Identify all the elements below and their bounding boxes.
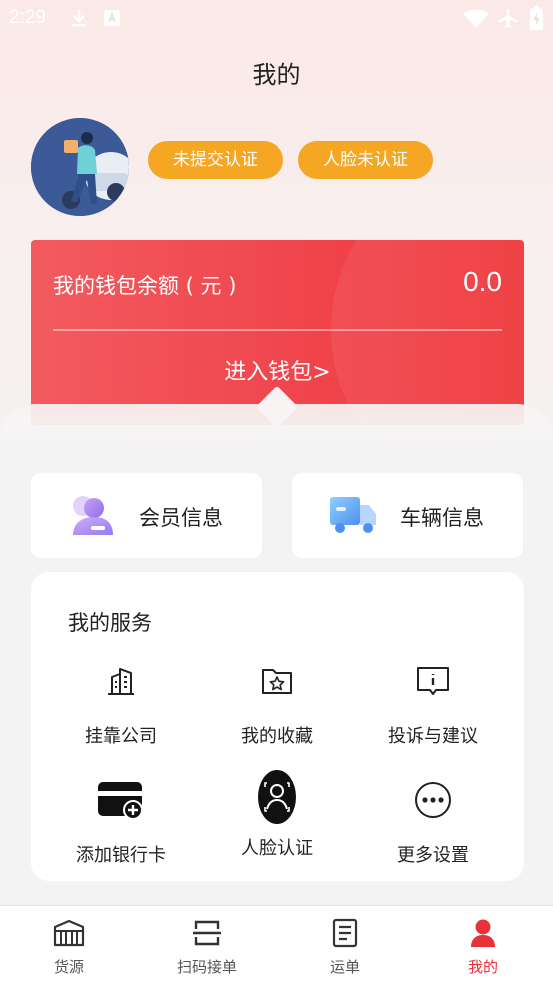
nav-waybill[interactable]: 运单 bbox=[285, 916, 405, 977]
nav-label: 运单 bbox=[329, 958, 360, 976]
bottom-navigation: 货源 扫码接单 运单 我的 bbox=[0, 905, 553, 984]
identity-status-badge[interactable]: 未提交认证 bbox=[148, 141, 283, 179]
services-title: 我的服务 bbox=[68, 611, 152, 635]
face-status-badge[interactable]: 人脸未认证 bbox=[298, 141, 433, 179]
warehouse-icon bbox=[53, 919, 85, 947]
building-icon bbox=[108, 668, 134, 695]
service-label: 人脸认证 bbox=[241, 838, 313, 859]
nav-label: 我的 bbox=[467, 958, 498, 976]
face-scan-icon bbox=[258, 770, 296, 824]
more-icon bbox=[415, 782, 451, 818]
airplane-icon bbox=[498, 9, 518, 28]
user-icon bbox=[471, 919, 495, 947]
vehicle-info-card[interactable]: 车辆信息 bbox=[292, 473, 523, 558]
service-affiliated-company[interactable]: 挂靠公司 bbox=[41, 658, 201, 748]
notification-app-icon bbox=[104, 10, 120, 26]
service-complaints[interactable]: 投诉与建议 bbox=[353, 658, 513, 748]
member-info-label: 会员信息 bbox=[139, 506, 223, 530]
service-add-bank-card[interactable]: 添加银行卡 bbox=[41, 777, 201, 867]
service-more-settings[interactable]: 更多设置 bbox=[353, 777, 513, 867]
nav-mine[interactable]: 我的 bbox=[423, 916, 543, 977]
nav-cargo-source[interactable]: 货源 bbox=[9, 916, 129, 977]
battery-icon bbox=[530, 6, 543, 30]
status-bar: 2:29 bbox=[0, 0, 553, 38]
avatar[interactable] bbox=[31, 118, 129, 216]
service-label: 添加银行卡 bbox=[76, 845, 166, 866]
wifi-icon bbox=[463, 9, 489, 28]
member-info-card[interactable]: 会员信息 bbox=[31, 473, 262, 558]
service-label: 挂靠公司 bbox=[85, 726, 157, 747]
service-favorites[interactable]: 我的收藏 bbox=[197, 658, 357, 748]
wallet-divider bbox=[53, 329, 502, 331]
service-label: 投诉与建议 bbox=[388, 726, 478, 747]
nav-label: 扫码接单 bbox=[176, 958, 237, 976]
add-card-icon bbox=[98, 782, 143, 820]
service-label: 我的收藏 bbox=[241, 726, 313, 747]
wallet-balance-label: 我的钱包余额 ( 元 ) bbox=[53, 274, 237, 298]
truck-icon bbox=[330, 497, 376, 533]
scan-icon bbox=[193, 920, 221, 946]
wallet-balance-amount: 0.0 bbox=[463, 266, 502, 297]
waybill-icon bbox=[332, 918, 358, 948]
status-time: 2:29 bbox=[9, 7, 46, 28]
service-label: 更多设置 bbox=[397, 845, 469, 866]
my-services-card: 我的服务 挂靠公司 我的收藏 投诉与建议 添加银行卡 人脸认证 更多设置 bbox=[31, 572, 524, 881]
page-title: 我的 bbox=[252, 61, 301, 89]
enter-wallet-link[interactable]: 进入钱包> bbox=[31, 354, 524, 386]
nav-scan-order[interactable]: 扫码接单 bbox=[147, 916, 267, 977]
nav-label: 货源 bbox=[53, 958, 84, 976]
member-icon bbox=[73, 496, 113, 535]
folder-star-icon bbox=[262, 669, 292, 694]
vehicle-info-label: 车辆信息 bbox=[400, 506, 484, 530]
avatar-illustration bbox=[31, 118, 129, 216]
feedback-icon bbox=[417, 667, 449, 695]
download-icon bbox=[72, 10, 86, 27]
service-face-verification[interactable]: 人脸认证 bbox=[197, 770, 357, 860]
